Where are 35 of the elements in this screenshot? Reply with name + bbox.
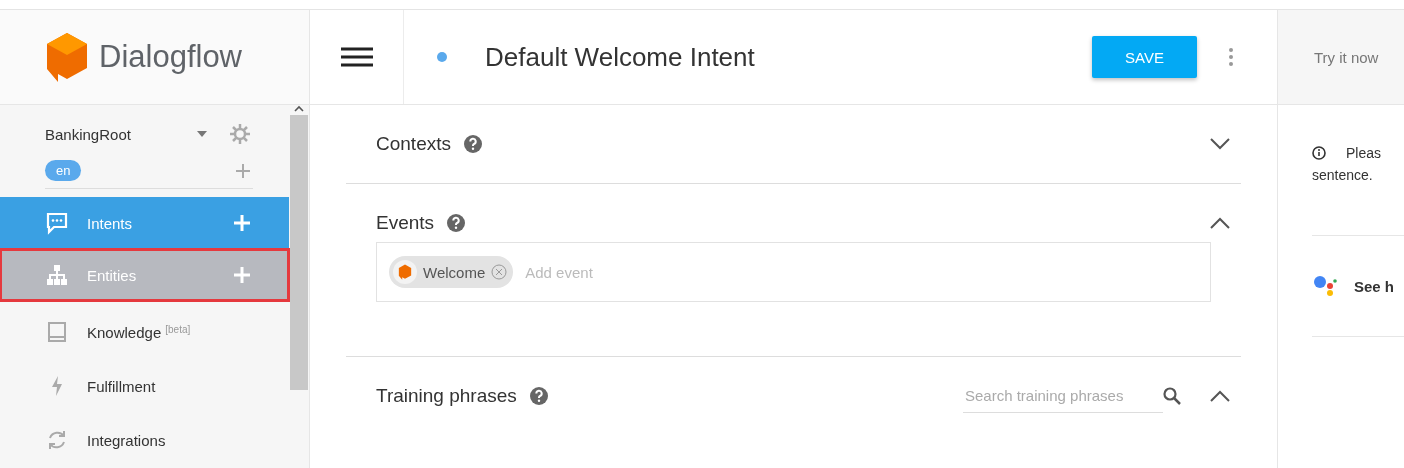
agent-name[interactable]: BankingRoot xyxy=(45,125,197,143)
info-icon xyxy=(1312,146,1326,160)
event-chip[interactable]: Welcome xyxy=(389,256,514,288)
section-title: Contexts xyxy=(376,133,451,155)
section-title: Events xyxy=(376,212,435,234)
dropdown-caret-icon[interactable] xyxy=(197,131,207,137)
notice-text: sentence. xyxy=(1312,167,1373,183)
intent-title: Default Welcome Intent xyxy=(485,41,756,73)
logo-icon xyxy=(45,31,89,83)
scroll-up-icon[interactable] xyxy=(294,105,304,113)
chevron-up-icon[interactable] xyxy=(1209,389,1231,403)
chevron-down-icon[interactable] xyxy=(1209,137,1231,151)
logo-icon xyxy=(393,260,417,284)
notice-text: Pleas xyxy=(1346,145,1382,161)
nav-item[interactable]: Fulfillment xyxy=(0,359,289,413)
assistant-link[interactable]: See h xyxy=(1354,277,1395,295)
search-icon[interactable] xyxy=(1163,387,1181,405)
logo-text: Dialogflow xyxy=(99,39,242,75)
help-icon[interactable] xyxy=(463,134,483,154)
status-dot xyxy=(437,52,447,62)
chevron-up-icon[interactable] xyxy=(1209,216,1231,230)
events-field[interactable]: Welcome Add event xyxy=(376,242,1211,302)
help-icon[interactable] xyxy=(446,213,467,233)
nav-item[interactable]: Integrations xyxy=(0,413,289,467)
search-field[interactable]: Search training phrases xyxy=(963,379,1163,413)
scrollbar-thumb[interactable] xyxy=(290,115,308,390)
help-icon[interactable] xyxy=(528,386,549,406)
menu-icon[interactable] xyxy=(339,46,374,68)
chat-bubble-icon xyxy=(45,211,69,235)
nav-item[interactable]: Knowledge [beta] xyxy=(0,305,289,359)
section-title: Training phrases xyxy=(376,385,517,407)
assistant-dots-icon xyxy=(1312,274,1340,298)
hierarchy-icon xyxy=(45,263,69,287)
try-it-now-label: Try it now xyxy=(1314,48,1379,66)
book-icon xyxy=(45,320,69,344)
